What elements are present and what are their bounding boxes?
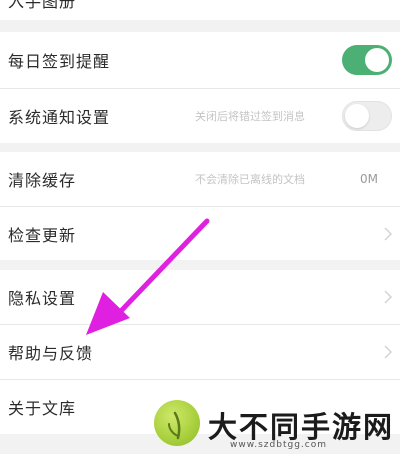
privacy-label: 隐私设置 bbox=[8, 289, 77, 308]
clear-cache-label: 清除缓存 bbox=[8, 171, 77, 190]
system-notifications-toggle[interactable] bbox=[342, 101, 392, 131]
settings-row-privacy[interactable]: 隐私设置 bbox=[0, 270, 400, 324]
system-notifications-label: 系统通知设置 bbox=[8, 108, 111, 127]
watermark-url: www.szdbtgg.com bbox=[230, 440, 327, 450]
chevron-right-icon bbox=[384, 226, 393, 241]
chevron-right-icon bbox=[384, 345, 393, 359]
clear-cache-hint: 不会清除已离线的文档 bbox=[195, 173, 305, 186]
settings-row-checkin-reminder: 每日签到提醒 bbox=[0, 32, 400, 88]
watermark: 大不同手游网 www.szdbtgg.com bbox=[150, 398, 400, 454]
leaf-icon bbox=[168, 411, 181, 440]
cache-size-value: 0M bbox=[360, 172, 378, 186]
about-label: 关于文库 bbox=[8, 399, 77, 418]
toggle-knob bbox=[365, 48, 389, 72]
system-notifications-hint: 关闭后将错过签到消息 bbox=[195, 110, 305, 123]
settings-row-help-feedback[interactable]: 帮助与反馈 bbox=[0, 325, 400, 379]
toggle-knob bbox=[345, 104, 369, 128]
settings-row-system-notifications: 系统通知设置 关闭后将错过签到消息 bbox=[0, 89, 400, 143]
chevron-right-icon bbox=[384, 290, 393, 304]
settings-row-top-partial[interactable]: 入手图册 bbox=[0, 0, 400, 20]
check-update-label: 检查更新 bbox=[8, 225, 77, 245]
settings-row-check-update[interactable]: 检查更新 bbox=[0, 207, 400, 260]
leaf-logo-icon bbox=[154, 400, 200, 446]
help-feedback-label: 帮助与反馈 bbox=[8, 344, 94, 363]
checkin-reminder-toggle[interactable] bbox=[342, 45, 392, 75]
settings-row-clear-cache[interactable]: 清除缓存 不会清除已离线的文档 0M bbox=[0, 152, 400, 206]
top-row-label: 入手图册 bbox=[8, 0, 77, 11]
checkin-reminder-label: 每日签到提醒 bbox=[8, 52, 111, 71]
